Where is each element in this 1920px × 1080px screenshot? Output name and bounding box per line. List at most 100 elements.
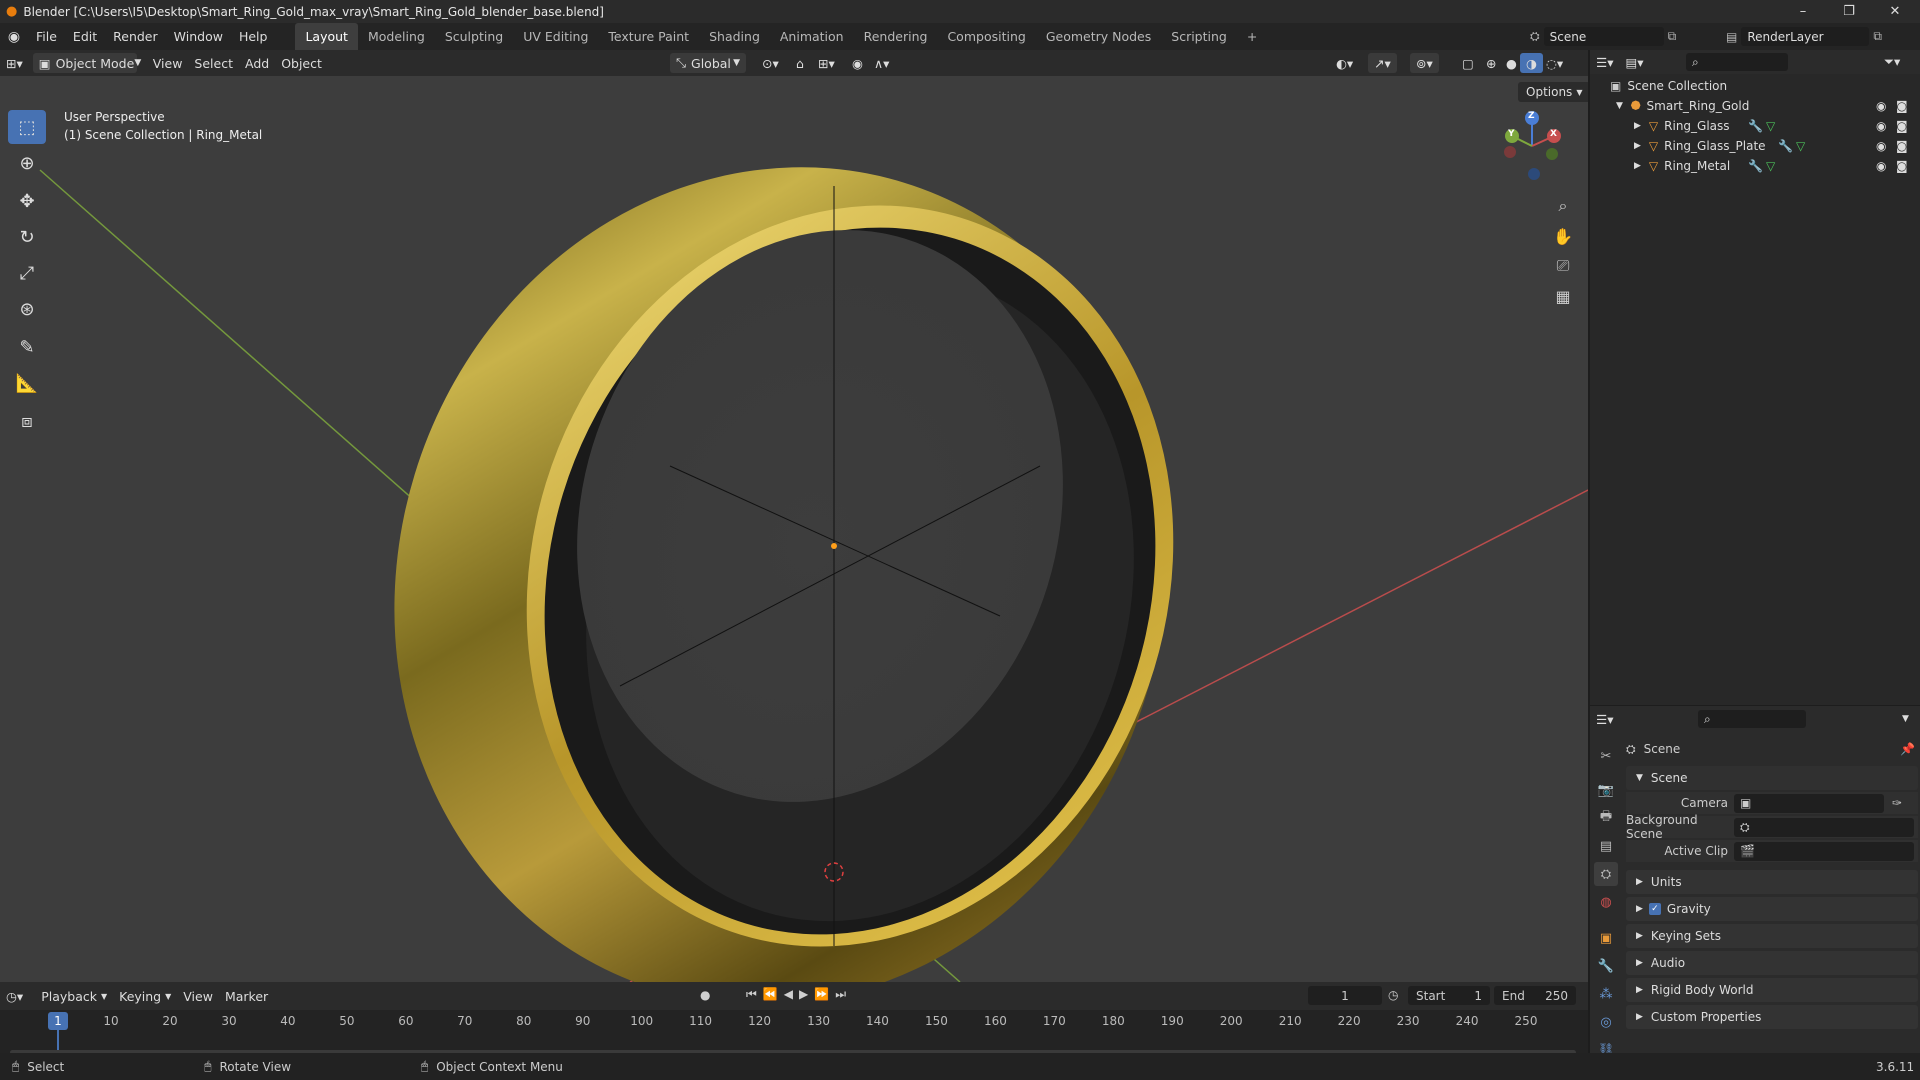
menu-window[interactable]: Window (166, 23, 231, 50)
rotate-tool-icon[interactable]: ↻ (8, 220, 46, 254)
measure-tool-icon[interactable]: 📐 (8, 366, 46, 400)
transform-tool-icon[interactable]: ⊛ (8, 292, 46, 326)
outliner-row-scene-collection[interactable]: ▣ Scene Collection (1590, 76, 1920, 96)
eye-icon[interactable]: ◉ (1876, 99, 1886, 113)
pin-icon[interactable]: 📌 (1900, 742, 1915, 756)
zoom-icon[interactable]: ⌕ (1548, 191, 1578, 221)
expand-arrow-icon[interactable]: ▶ (1634, 121, 1641, 131)
outliner-row-ring-metal[interactable]: ▶ ▽ Ring_Metal 🔧 ▽ ◉ ◙ (1590, 156, 1920, 176)
tab-rendering[interactable]: Rendering (854, 23, 938, 50)
menu-edit[interactable]: Edit (65, 23, 105, 50)
scene-tab-icon[interactable]: ⛭ (1594, 862, 1618, 886)
background-scene-field[interactable]: ⛭ (1734, 817, 1914, 837)
tab-animation[interactable]: Animation (770, 23, 854, 50)
scene-field[interactable]: Scene (1543, 27, 1664, 46)
blender-menu-icon[interactable]: ◉ (0, 29, 28, 45)
tab-compositing[interactable]: Compositing (937, 23, 1035, 50)
play-reverse-icon[interactable]: ◀ (784, 987, 799, 1001)
annotate-tool-icon[interactable]: ✎ (8, 330, 46, 364)
render-tab-icon[interactable]: 📷 (1594, 778, 1618, 802)
proportional-edit-icon[interactable]: ◉ (846, 53, 869, 73)
editor-type-icon[interactable]: ⊞▾ (0, 53, 29, 73)
snap-icon[interactable]: ⌂ (790, 53, 810, 73)
timeline-editor-type-icon[interactable]: ◷▾ (0, 986, 29, 1006)
options-dropdown[interactable]: Options ▼ (1518, 82, 1588, 102)
panel-audio[interactable]: ▶ Audio (1626, 951, 1918, 975)
visibility-icon[interactable]: ◐▾ (1330, 53, 1359, 73)
add-cube-tool-icon[interactable]: ⧈ (8, 404, 46, 438)
move-tool-icon[interactable]: ✥ (8, 184, 46, 218)
tab-shading[interactable]: Shading (699, 23, 770, 50)
view-layer-tab-icon[interactable]: ▤ (1594, 834, 1618, 858)
end-frame-field[interactable]: End 250 (1494, 986, 1576, 1005)
minimize-button[interactable]: – (1780, 0, 1826, 23)
menu-playback[interactable]: Playback ▼ (35, 986, 113, 1006)
ortho-grid-icon[interactable]: ▦ (1548, 281, 1578, 311)
start-frame-field[interactable]: Start 1 (1408, 986, 1490, 1005)
scale-tool-icon[interactable]: ⤢ (8, 256, 46, 290)
properties-editor-type-icon[interactable]: ☰▾ (1590, 709, 1619, 729)
menu-add[interactable]: Add (239, 53, 275, 73)
object-tab-icon[interactable]: ▣ (1594, 926, 1618, 950)
panel-gravity[interactable]: ▶ ✓ Gravity (1626, 897, 1918, 921)
camera-icon[interactable]: ◙ (1896, 159, 1908, 173)
world-tab-icon[interactable]: ◍ (1594, 890, 1618, 914)
particles-tab-icon[interactable]: ⁂ (1594, 982, 1618, 1006)
gravity-checkbox[interactable]: ✓ (1648, 903, 1661, 915)
expand-arrow-icon[interactable]: ▼ (1616, 101, 1623, 111)
cursor-tool-icon[interactable]: ⊕ (8, 146, 46, 180)
menu-file[interactable]: File (28, 23, 65, 50)
tab-scripting[interactable]: Scripting (1161, 23, 1237, 50)
falloff-icon[interactable]: ∧▾ (868, 53, 895, 73)
eye-icon[interactable]: ◉ (1876, 159, 1886, 173)
jump-start-icon[interactable]: ⏮ (746, 987, 763, 1001)
tab-sculpting[interactable]: Sculpting (435, 23, 513, 50)
tool-tab-icon[interactable]: ✂ (1594, 744, 1618, 768)
camera-field[interactable]: ▣ (1734, 793, 1884, 813)
chevron-down-icon[interactable]: ▼ (1896, 709, 1915, 729)
camera-icon[interactable]: ◙ (1896, 139, 1908, 153)
tab-modeling[interactable]: Modeling (358, 23, 435, 50)
preview-range-icon[interactable]: ◷ (1388, 988, 1398, 1002)
viewport-3d[interactable]: User Perspective (1) Scene Collection | … (0, 76, 1588, 982)
expand-arrow-icon[interactable]: ▶ (1634, 161, 1641, 171)
new-view-layer-icon[interactable]: ⧉ (1873, 29, 1882, 44)
expand-arrow-icon[interactable]: ▶ (1634, 141, 1641, 151)
menu-view[interactable]: View (147, 53, 189, 73)
physics-tab-icon[interactable]: ◎ (1594, 1010, 1618, 1034)
snap-target-icon[interactable]: ⊞▾ (812, 53, 841, 73)
close-button[interactable]: ✕ (1872, 0, 1918, 23)
display-mode-icon[interactable]: ▤▾ (1619, 52, 1649, 72)
menu-render[interactable]: Render (105, 23, 166, 50)
next-keyframe-icon[interactable]: ⏩ (814, 987, 835, 1001)
xray-icon[interactable]: ▢ (1456, 53, 1480, 73)
new-scene-icon[interactable]: ⧉ (1668, 29, 1677, 44)
panel-rigid-body-world[interactable]: ▶ Rigid Body World (1626, 978, 1918, 1002)
play-icon[interactable]: ▶ (799, 987, 814, 1001)
outliner-editor-type-icon[interactable]: ☰▾ (1590, 52, 1619, 72)
eyedropper-icon[interactable]: ✑ (1892, 796, 1902, 810)
select-box-tool-icon[interactable]: ⬚ (8, 110, 46, 144)
menu-help[interactable]: Help (231, 23, 276, 50)
active-clip-field[interactable]: 🎬 (1734, 841, 1914, 861)
current-frame-field[interactable]: 1 (1308, 986, 1382, 1005)
pivot-point-icon[interactable]: ⊙▾ (756, 53, 785, 73)
panel-scene-header[interactable]: ▼ Scene (1626, 766, 1918, 790)
tab-uv-editing[interactable]: UV Editing (513, 23, 598, 50)
panel-keying-sets[interactable]: ▶ Keying Sets (1626, 924, 1918, 948)
jump-end-icon[interactable]: ⏭ (835, 987, 852, 1001)
menu-object[interactable]: Object (275, 53, 328, 73)
menu-timeline-view[interactable]: View (177, 986, 219, 1006)
outliner-row-ring-glass[interactable]: ▶ ▽ Ring_Glass 🔧 ▽ ◉ ◙ (1590, 116, 1920, 136)
rendered-shading-icon[interactable]: ◌▾ (1540, 53, 1569, 73)
tab-layout[interactable]: Layout (295, 23, 358, 50)
menu-marker[interactable]: Marker (219, 986, 274, 1006)
view-layer-field[interactable]: RenderLayer (1741, 27, 1870, 46)
eye-icon[interactable]: ◉ (1876, 119, 1886, 133)
record-icon[interactable]: ● (700, 988, 710, 1002)
add-workspace-button[interactable]: + (1237, 23, 1267, 50)
outliner-row-ring-glass-plate[interactable]: ▶ ▽ Ring_Glass_Plate 🔧 ▽ ◉ ◙ (1590, 136, 1920, 156)
mode-dropdown[interactable]: ▣ Object Mode ▼ (32, 53, 141, 73)
navigation-gizmo[interactable]: Z X Y (1496, 110, 1568, 182)
maximize-button[interactable]: ❐ (1826, 0, 1872, 23)
